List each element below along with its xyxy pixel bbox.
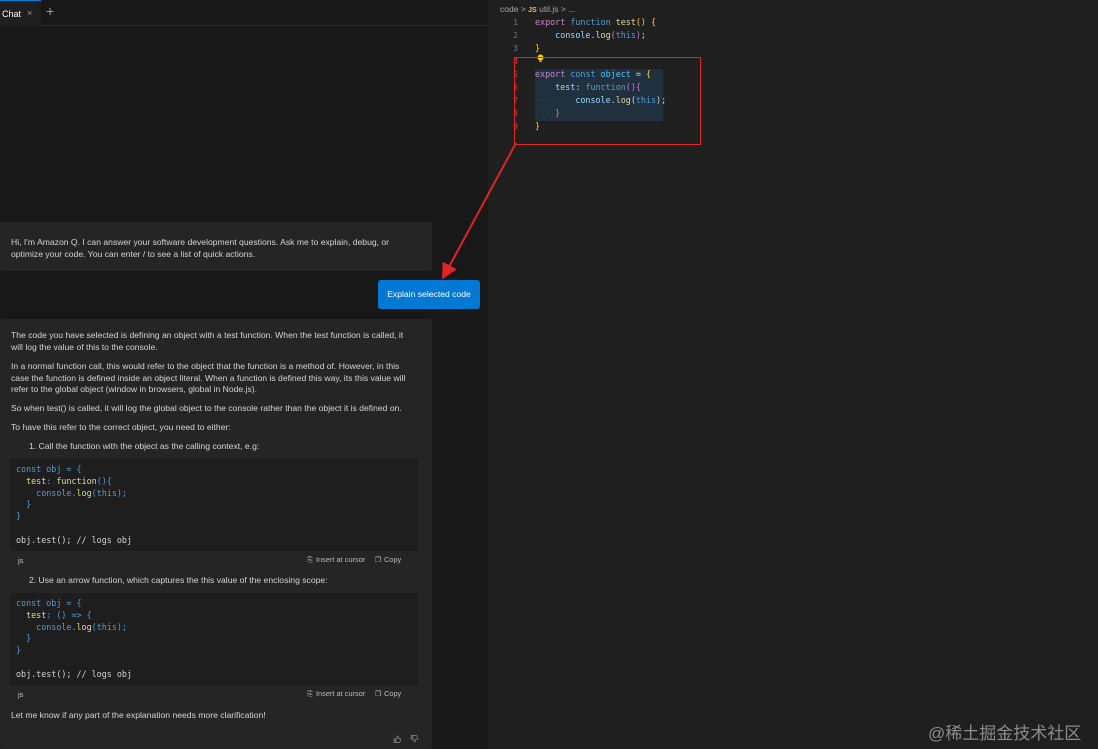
line-number: 5 [513,70,518,79]
js-file-icon: JS [528,7,537,14]
line-number: 3 [513,44,518,53]
answer-list-item-2: 2. Use an arrow function, which captures… [29,575,328,585]
line-number: 8 [513,109,518,118]
answer-paragraph-2: In a normal function call, this would re… [11,361,421,396]
breadcrumb-file[interactable]: util.js [539,4,558,14]
answer-p2-line-2: case the function is defined inside an o… [11,372,406,383]
assistant-answer: The code you have selected is defining a… [0,319,432,749]
answer-paragraph-1: The code you have selected is defining a… [11,330,421,353]
code-block-1-body[interactable]: const obj = { test: function(){ console.… [16,464,132,547]
answer-list-item-1: 1. Call the function with the object as … [29,441,260,451]
code-block-1-lang: js [18,556,24,565]
thumbs-up-icon[interactable] [393,735,401,745]
answer-p2-line-1: In a normal function call, this would re… [11,361,400,371]
line-number: 9 [513,122,518,131]
code-editor: code > JS util.js > ... 1 2 3 4 5 6 7 8 … [488,0,1098,749]
answer-closing: Let me know if any part of the explanati… [11,710,266,720]
answer-p2-line-3: refer to the global object (window in br… [11,384,258,394]
code-block-2: const obj = { test: () => { console.log(… [10,593,418,685]
insert-at-cursor-icon: ⎘ [307,691,313,698]
code-block-2-footer: js ⎘ Insert at cursor ❐ Copy [10,686,418,704]
greeting-text: Hi, I'm Amazon Q. I can answer your soft… [11,236,421,260]
close-icon[interactable]: × [27,8,32,18]
watermark: @稀土掘金技术社区 [928,724,1082,743]
greeting-line-2: optimize your code. You can enter / to s… [11,249,256,259]
chat-panel: Chat × + Hi, I'm Amazon Q. I can answer … [0,0,488,749]
thumbs-down-icon[interactable] [410,735,418,745]
chevron-right-icon: > [520,4,526,14]
code-block-2-body[interactable]: const obj = { test: () => { console.log(… [16,598,132,681]
line-number: 4 [513,57,518,66]
answer-paragraph-4: To have this refer to the correct object… [11,422,231,432]
insert-at-cursor-button[interactable]: ⎘ Insert at cursor [306,555,365,565]
greeting-message: Hi, I'm Amazon Q. I can answer your soft… [0,222,432,271]
line-number: 6 [513,83,518,92]
breadcrumb: code > JS util.js > ... [500,4,575,14]
copy-label: Copy [384,555,402,564]
tab-bar: Chat × + [0,0,488,26]
line-number: 1 [513,18,518,27]
breadcrumb-folder[interactable]: code [500,4,518,14]
copy-icon: ❐ [374,557,382,564]
line-number: 2 [513,31,518,40]
answer-paragraph-3: So when test() is called, it will log th… [11,403,402,413]
copy-label: Copy [384,689,402,698]
answer-p1-line-1: The code you have selected is defining a… [11,330,404,340]
source-code[interactable]: export function test() { console.log(thi… [535,16,666,133]
breadcrumb-more[interactable]: ... [568,4,575,14]
insert-at-cursor-icon: ⎘ [307,557,313,564]
code-block-1-call-line: obj.test(); // logs obj [16,534,132,545]
copy-button[interactable]: ❐ Copy [374,689,401,698]
tab-chat-label: Chat [2,9,22,19]
code-block-1: const obj = { test: function(){ console.… [10,459,418,551]
greeting-line-1: Hi, I'm Amazon Q. I can answer your soft… [11,237,390,247]
tab-chat[interactable]: Chat × [0,0,41,26]
line-number: 7 [513,96,518,105]
code-block-2-lang: js [18,690,24,699]
code-block-2-call-line: obj.test(); // logs obj [16,668,132,679]
code-block-1-footer: js ⎘ Insert at cursor ❐ Copy [10,552,418,570]
chevron-right-icon: > [560,4,566,14]
insert-at-cursor-button[interactable]: ⎘ Insert at cursor [306,689,365,699]
answer-p1-line-2: will log the value of this to the consol… [11,341,158,352]
insert-at-cursor-label: Insert at cursor [316,555,366,564]
copy-button[interactable]: ❐ Copy [374,555,401,564]
copy-icon: ❐ [374,691,382,698]
user-message: Explain selected code [378,280,480,309]
add-tab-icon[interactable]: + [46,4,54,18]
insert-at-cursor-label: Insert at cursor [316,689,366,698]
